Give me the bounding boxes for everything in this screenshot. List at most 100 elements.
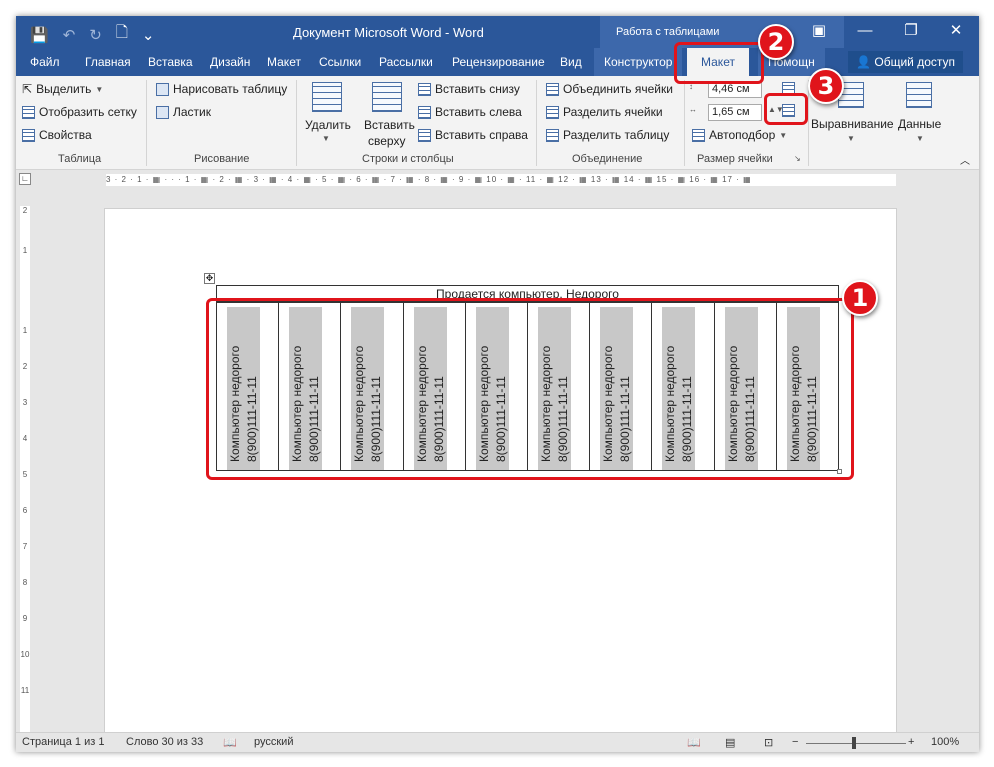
split-cells-button[interactable]: Разделить ячейки bbox=[546, 105, 663, 119]
split-table-button[interactable]: Разделить таблицу bbox=[546, 128, 669, 142]
insert-below-button[interactable]: Вставить снизу bbox=[418, 82, 520, 96]
context-title: Работа с таблицами bbox=[616, 26, 720, 38]
chevron-down-icon: ▼ bbox=[779, 130, 788, 140]
autofit-button[interactable]: Автоподбор ▼ bbox=[692, 128, 787, 142]
save-icon[interactable]: 💾 bbox=[30, 26, 49, 44]
insert-below-label: Вставить снизу bbox=[435, 82, 520, 96]
ruler-mark: 11 bbox=[20, 686, 30, 695]
minimize-button[interactable]: — bbox=[842, 16, 888, 48]
zoom-out-button[interactable]: − bbox=[792, 736, 798, 748]
print-layout-icon[interactable]: ▤ bbox=[725, 736, 735, 749]
share-button[interactable]: 👤 Общий доступ bbox=[848, 51, 963, 73]
new-document-icon[interactable]: 🗋 bbox=[116, 22, 128, 47]
insert-above-icon[interactable] bbox=[372, 82, 402, 112]
step-badge-3: 3 bbox=[808, 68, 844, 104]
dialog-launcher-icon: ↘ bbox=[794, 154, 801, 163]
alignment-label[interactable]: Выравнивание bbox=[811, 117, 894, 131]
page-count[interactable]: Страница 1 из 1 bbox=[22, 736, 104, 748]
highlight-layout-tab bbox=[674, 42, 764, 84]
tab-table-design[interactable]: Конструктор bbox=[594, 48, 683, 76]
merge-cells-icon bbox=[546, 82, 559, 96]
undo-icon[interactable]: ↶ bbox=[63, 26, 76, 44]
vertical-scrollbar[interactable] bbox=[961, 192, 971, 732]
status-bar: Страница 1 из 1 Слово 30 из 33 📖 русский… bbox=[16, 732, 979, 752]
read-mode-icon[interactable]: 📖 bbox=[687, 736, 701, 749]
step-badge-2: 2 bbox=[758, 24, 794, 60]
zoom-in-button[interactable]: + bbox=[908, 736, 914, 748]
chevron-down-icon: ▼ bbox=[847, 134, 855, 143]
properties-icon bbox=[22, 128, 35, 142]
pencil-icon bbox=[156, 82, 169, 96]
tab-design[interactable]: Дизайн bbox=[210, 48, 250, 76]
divider bbox=[296, 80, 297, 166]
maximize-button[interactable]: ❐ bbox=[888, 16, 934, 48]
zoom-level[interactable]: 100% bbox=[931, 736, 959, 748]
draw-table-label: Нарисовать таблицу bbox=[173, 82, 288, 96]
split-cells-icon bbox=[546, 105, 559, 119]
ruler-mark: 8 bbox=[22, 578, 28, 587]
web-layout-icon[interactable]: ⊡ bbox=[764, 736, 773, 749]
proofing-icon[interactable]: 📖 bbox=[223, 736, 237, 749]
ruler-mark: 4 bbox=[22, 434, 28, 443]
insert-right-button[interactable]: Вставить справа bbox=[418, 128, 528, 142]
person-icon: 👤 bbox=[856, 55, 872, 69]
tab-home[interactable]: Главная bbox=[85, 48, 131, 76]
tab-review[interactable]: Рецензирование bbox=[452, 48, 545, 76]
split-table-label: Разделить таблицу bbox=[563, 128, 670, 142]
data-label[interactable]: Данные bbox=[898, 117, 941, 131]
tab-mailings[interactable]: Рассылки bbox=[379, 48, 433, 76]
customize-qat-icon[interactable]: ⌄ bbox=[142, 26, 155, 44]
group-label-draw: Рисование bbox=[194, 153, 250, 165]
zoom-slider-track[interactable] bbox=[806, 743, 906, 744]
tab-view[interactable]: Вид bbox=[560, 48, 582, 76]
chevron-down-icon: ▼ bbox=[95, 84, 104, 94]
tab-references[interactable]: Ссылки bbox=[319, 48, 361, 76]
ruler-mark: 2 bbox=[22, 206, 28, 215]
tab-selector[interactable]: ∟ bbox=[19, 173, 31, 185]
gridlines-label: Отобразить сетку bbox=[39, 105, 137, 119]
group-label-table: Таблица bbox=[58, 153, 102, 165]
vertical-ruler[interactable]: 2 1 1 2 3 4 5 6 7 8 9 10 11 bbox=[20, 206, 30, 736]
group-label-cell-size: Размер ячейки bbox=[697, 153, 773, 165]
merge-cells-button[interactable]: Объединить ячейки bbox=[546, 82, 673, 96]
close-button[interactable]: ✕ bbox=[933, 16, 979, 48]
insert-above-label-1[interactable]: Вставить bbox=[364, 118, 415, 132]
eraser-button[interactable]: Ластик bbox=[156, 105, 211, 119]
tab-layout[interactable]: Макет bbox=[267, 48, 301, 76]
insert-left-icon bbox=[418, 105, 431, 119]
delete-label[interactable]: Удалить bbox=[305, 118, 351, 132]
ribbon-display-options-icon[interactable]: ▣ bbox=[796, 16, 842, 48]
draw-table-button[interactable]: Нарисовать таблицу bbox=[156, 82, 287, 96]
word-count[interactable]: Слово 30 из 33 bbox=[126, 736, 203, 748]
insert-right-label: Вставить справа bbox=[435, 128, 528, 142]
eraser-label: Ластик bbox=[173, 105, 211, 119]
zoom-slider-thumb[interactable] bbox=[852, 737, 856, 749]
view-gridlines-button[interactable]: Отобразить сетку bbox=[22, 105, 137, 119]
document-page[interactable]: ✥ Продается компьютер. Недорого Компьюте… bbox=[104, 208, 897, 752]
table-move-handle-icon[interactable]: ✥ bbox=[204, 273, 215, 284]
divider bbox=[684, 80, 685, 166]
chevron-down-icon: ▼ bbox=[916, 134, 924, 143]
window-title: Документ Microsoft Word - Word bbox=[293, 25, 484, 40]
insert-above-label-2[interactable]: сверху bbox=[368, 134, 405, 148]
delete-table-icon[interactable] bbox=[312, 82, 342, 112]
merge-cells-label: Объединить ячейки bbox=[563, 82, 673, 96]
tab-insert[interactable]: Вставка bbox=[148, 48, 193, 76]
insert-right-icon bbox=[418, 128, 431, 142]
horizontal-ruler[interactable]: 3 · 2 · 1 · ▦ · · · 1 · ▦ · 2 · ▦ · 3 · … bbox=[106, 174, 896, 186]
tab-file[interactable]: Файл bbox=[30, 48, 60, 76]
data-icon[interactable] bbox=[906, 82, 932, 108]
properties-button[interactable]: Свойства bbox=[22, 128, 92, 142]
select-label: Выделить bbox=[36, 82, 92, 96]
share-label: Общий доступ bbox=[874, 55, 955, 69]
group-label-merge: Объединение bbox=[572, 153, 643, 165]
cursor-icon: ⇱ bbox=[22, 82, 33, 96]
collapse-ribbon-icon: ︿ bbox=[960, 156, 970, 167]
language-indicator[interactable]: русский bbox=[254, 736, 293, 748]
insert-left-button[interactable]: Вставить слева bbox=[418, 105, 522, 119]
select-button[interactable]: ⇱ Выделить ▼ bbox=[22, 82, 103, 96]
divider bbox=[536, 80, 537, 166]
redo-icon[interactable]: ↻ bbox=[89, 26, 102, 44]
highlight-table bbox=[206, 298, 854, 480]
column-width-input[interactable]: 1,65 см bbox=[708, 104, 762, 121]
